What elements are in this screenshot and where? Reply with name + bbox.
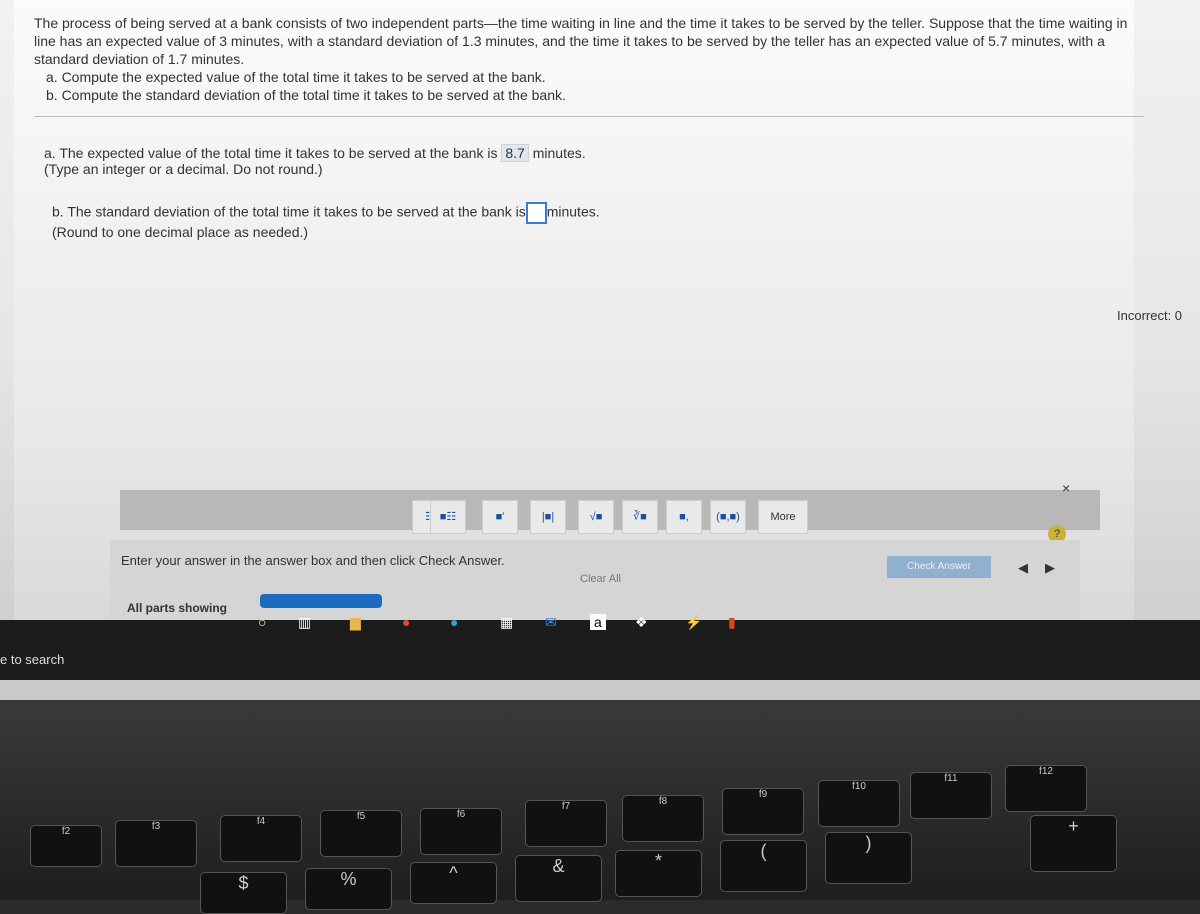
taskbar-search[interactable]: e to search (0, 652, 64, 667)
nth-root-button[interactable]: ∛■ (622, 500, 658, 534)
cortana-icon[interactable]: ○ (258, 614, 266, 630)
store-icon[interactable]: ▦ (500, 614, 513, 631)
prev-arrow-icon[interactable]: ◀ (1018, 560, 1028, 576)
incorrect-count: Incorrect: 0 (1117, 308, 1183, 323)
key-f9: f9 (722, 788, 804, 835)
key-8: * (615, 850, 702, 897)
answer-a-input[interactable]: 8.7 (501, 144, 529, 162)
instruction-text: Enter your answer in the answer box and … (121, 553, 505, 568)
laptop-keyboard: f2 f3 f4 f5 f6 f7 f8 f9 f10 f11 f12 $ % … (0, 700, 1200, 914)
close-icon[interactable]: × (1062, 480, 1070, 496)
chrome-icon[interactable]: ● (402, 614, 410, 630)
key-f12: f12 (1005, 765, 1087, 812)
key-0: ) (825, 832, 912, 884)
key-f3: f3 (115, 820, 197, 867)
key-f5: f5 (320, 810, 402, 857)
edge-icon[interactable]: ● (450, 614, 458, 630)
key-4: $ (200, 872, 287, 914)
task-view-icon[interactable]: ▥ (298, 614, 311, 631)
key-equals: + (1030, 815, 1117, 872)
absolute-value-button[interactable]: |■| (530, 500, 566, 534)
divider (34, 116, 1144, 117)
app-icon[interactable]: ⚡ (685, 614, 702, 631)
office-icon[interactable]: ▮ (728, 614, 736, 631)
sqrt-button[interactable]: √■ (578, 500, 614, 534)
check-answer-button[interactable]: Check Answer (887, 556, 991, 578)
file-explorer-icon[interactable]: ▆ (350, 614, 361, 631)
screen: The process of being served at a bank co… (0, 0, 1200, 700)
clear-all-button[interactable]: Clear All (580, 573, 621, 585)
key-f7: f7 (525, 800, 607, 847)
mail-icon[interactable]: ✉ (545, 614, 557, 631)
mixed-number-button[interactable]: ■☷ (430, 500, 466, 534)
key-f8: f8 (622, 795, 704, 842)
question-panel: The process of being served at a bank co… (14, 0, 1144, 630)
progress-bar (260, 594, 382, 608)
key-f2: f2 (30, 825, 102, 867)
key-9: ( (720, 840, 807, 892)
amazon-icon[interactable]: a (590, 614, 606, 630)
key-f11: f11 (910, 772, 992, 819)
parts-label: All parts showing (127, 601, 228, 615)
key-f10: f10 (818, 780, 900, 827)
more-button[interactable]: More (758, 500, 808, 534)
answer-b: b. The standard deviation of the total t… (52, 202, 600, 240)
key-f4: f4 (220, 815, 302, 862)
key-f6: f6 (420, 808, 502, 855)
dropbox-icon[interactable]: ❖ (635, 614, 648, 631)
next-arrow-icon[interactable]: ▶ (1045, 560, 1055, 576)
key-5: % (305, 868, 392, 910)
exponent-button[interactable]: ■' (482, 500, 518, 534)
answer-a: a. The expected value of the total time … (44, 144, 586, 177)
interval-button[interactable]: (■,■) (710, 500, 746, 534)
decimal-button[interactable]: ■, (666, 500, 702, 534)
key-6: ^ (410, 862, 497, 904)
key-7: & (515, 855, 602, 902)
answer-b-input[interactable] (525, 202, 547, 224)
question-text: The process of being served at a bank co… (34, 15, 1128, 103)
